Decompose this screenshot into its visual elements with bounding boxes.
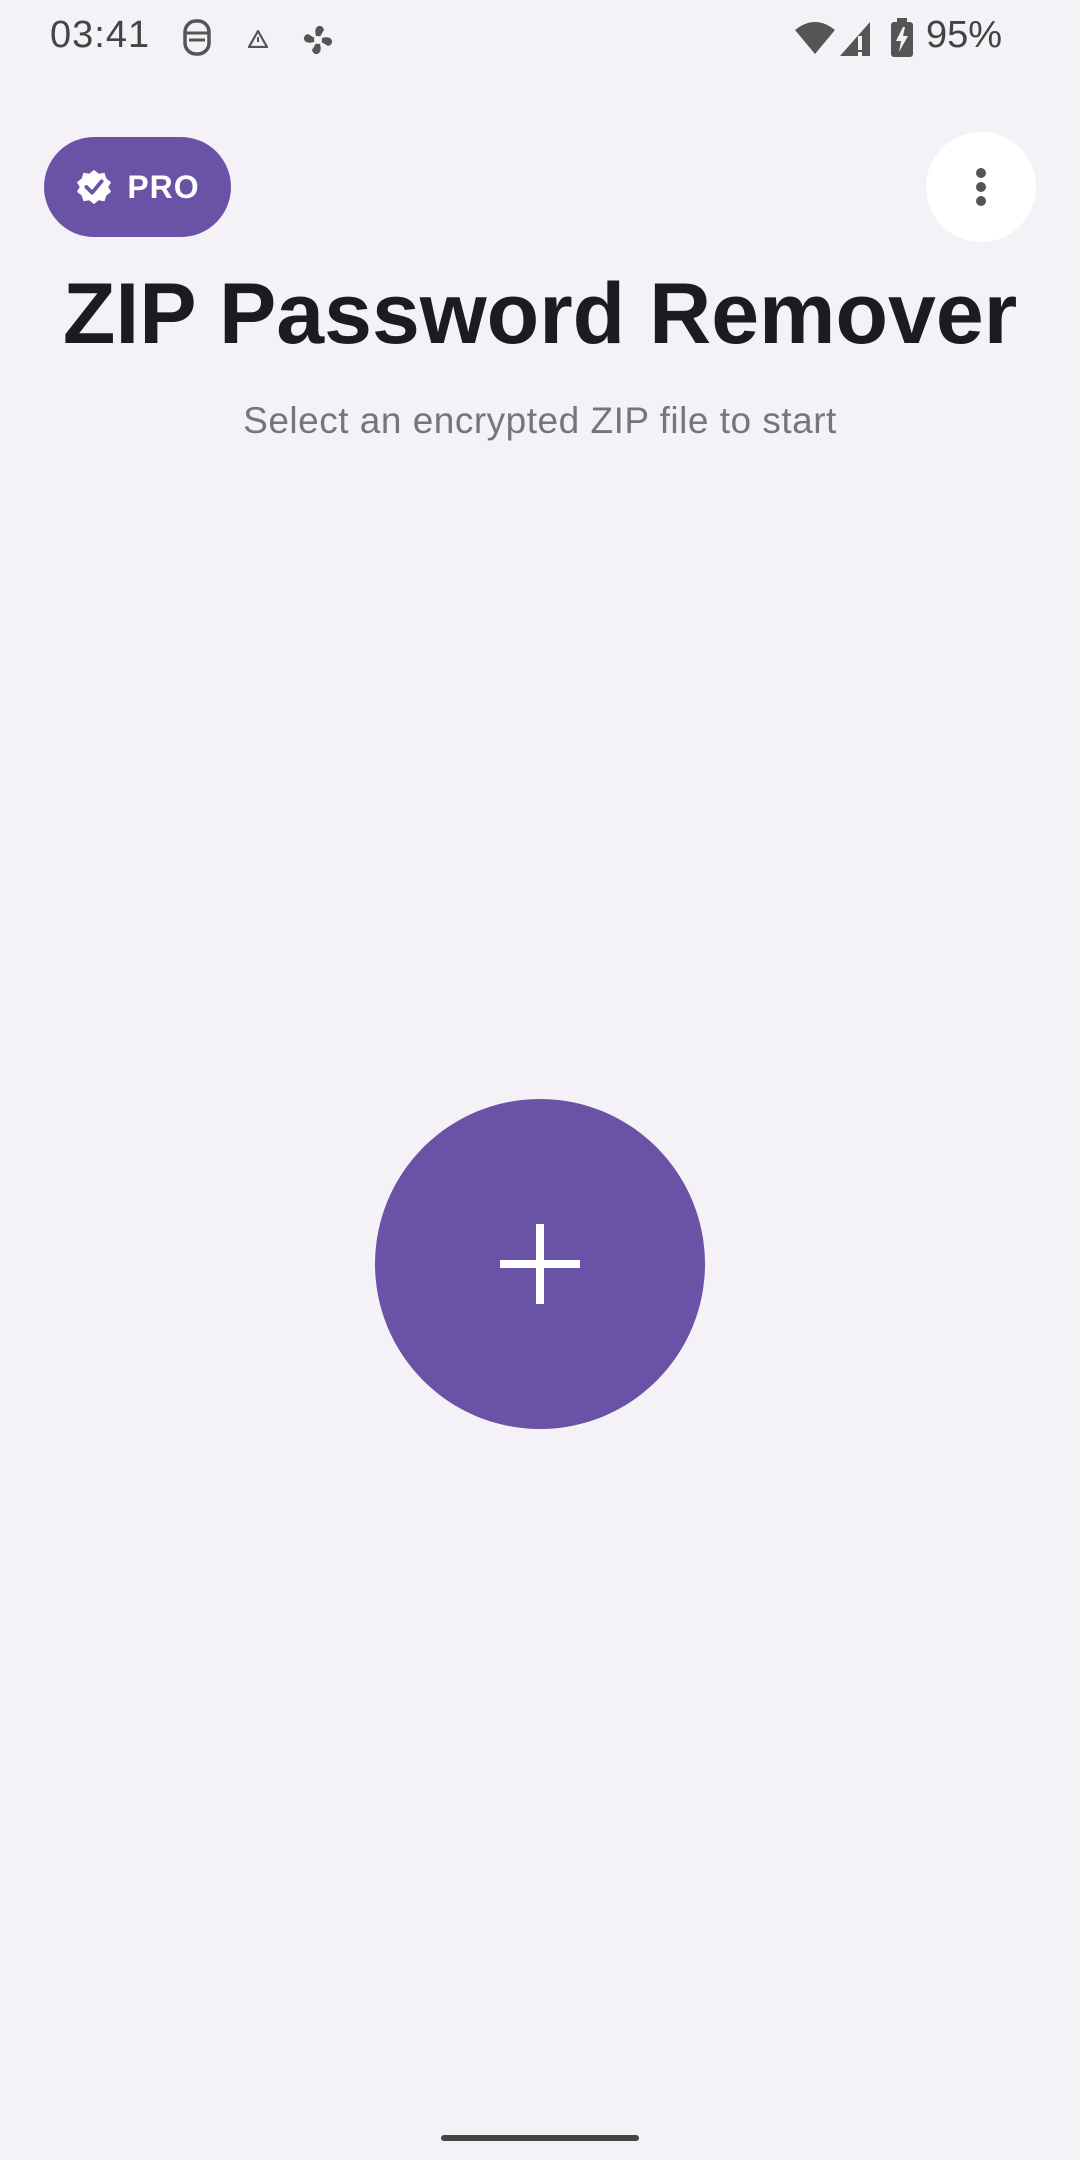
more-vert-icon bbox=[976, 168, 986, 206]
add-file-button[interactable] bbox=[375, 1099, 705, 1429]
warning-icon bbox=[248, 30, 268, 48]
pinwheel-icon bbox=[303, 25, 333, 55]
wifi-icon bbox=[795, 22, 835, 54]
more-options-button[interactable] bbox=[926, 132, 1036, 242]
face-mask-icon bbox=[183, 19, 211, 56]
gesture-nav-handle[interactable] bbox=[441, 2135, 639, 2141]
status-time: 03:41 bbox=[50, 14, 151, 56]
page-title: ZIP Password Remover bbox=[62, 266, 1018, 362]
verified-icon bbox=[77, 169, 112, 205]
pro-badge-button[interactable]: PRO bbox=[44, 137, 231, 237]
pro-label: PRO bbox=[127, 168, 200, 205]
battery-charging-icon bbox=[891, 18, 913, 57]
cell-signal-icon bbox=[840, 22, 870, 56]
status-bar: 03:41 95% bbox=[0, 0, 1080, 80]
battery-percent: 95% bbox=[925, 14, 1002, 56]
plus-icon bbox=[500, 1224, 580, 1304]
page-subtitle: Select an encrypted ZIP file to start bbox=[243, 400, 837, 441]
